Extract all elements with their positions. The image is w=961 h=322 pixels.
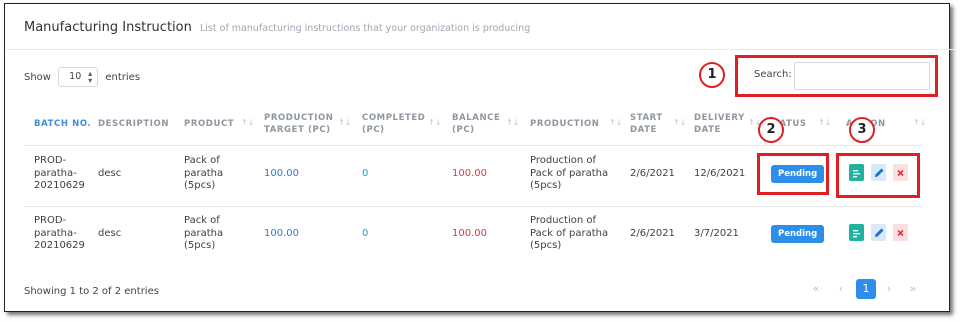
cell-balance: 100.00 [452,227,487,239]
show-label: Show [24,72,51,83]
column-header-delivery-date[interactable]: DELIVERY DATE [694,112,745,136]
pagination-first[interactable]: « [806,279,826,299]
edit-icon[interactable] [871,223,886,241]
sort-icon[interactable]: ↑↓ [673,118,686,127]
table-info: Showing 1 to 2 of 2 entries [24,286,159,297]
cell-description: desc [98,227,122,239]
column-header-production-target[interactable]: PRODUCTION TARGET (PC) [264,112,334,136]
sort-icon[interactable]: ↑↓ [913,118,926,127]
cell-line: (5pcs) [184,240,216,251]
cell-line: Production of [530,215,597,226]
column-header-label: PRODUCTION [264,113,334,123]
cell-line: paratha- [34,227,77,239]
annotation-marker-2: 2 [758,117,784,143]
cell-line: 20210629 [34,240,85,251]
column-header-label: TARGET (PC) [264,125,331,135]
document-icon[interactable] [849,223,864,241]
cell-delivery-date: 12/6/2021 [694,167,746,179]
cell-balance: 100.00 [452,167,487,179]
header-divider [6,49,955,50]
cell-line: Pack of [184,155,220,166]
column-header-label: COMPLETED [362,113,426,123]
page-subtitle: List of manufacturing instructions that … [200,23,531,34]
entries-label: entries [105,72,141,83]
status-badge: Pending [771,224,825,243]
page-header: Manufacturing Instruction List of manufa… [24,20,530,35]
column-header-label: DATE [694,125,721,135]
cell-line: (5pcs) [530,180,562,191]
select-caret-icon: ▴ ▾ [88,69,93,85]
column-header-label: PRODUCT [184,119,235,129]
cell-line: 20210629 [34,180,85,191]
cell-line: (5pcs) [530,240,562,251]
column-header-batch-no[interactable]: BATCH NO. [34,118,91,130]
cell-line: Pack of paratha [530,167,609,179]
cell-delivery-date: 3/7/2021 [694,227,739,239]
column-header-label: START [630,113,663,123]
column-header-start-date[interactable]: START DATE [630,112,663,136]
column-header-label: DESCRIPTION [98,119,170,129]
entries-select[interactable]: 10 ▴ ▾ [58,67,99,87]
cell-line: Pack of paratha [530,227,609,239]
cell-production-target: 100.00 [264,227,299,239]
sort-icon[interactable]: ↑↓ [338,118,351,127]
pagination-next[interactable]: › [879,279,899,299]
cell-production: Production of Pack of paratha (5pcs) [530,215,608,253]
status-highlight-box [757,153,829,195]
cell-line: paratha- [34,167,77,179]
cell-line: paratha [184,227,224,239]
column-header-label: DELIVERY [694,113,745,123]
column-header-label: PRODUCTION [530,119,600,129]
column-header-product[interactable]: PRODUCT [184,118,234,130]
sort-icon[interactable]: ↑↓ [428,118,441,127]
cell-line: (5pcs) [184,180,216,191]
column-header-label: BALANCE [452,113,501,123]
entries-select-value: 10 [69,71,82,82]
cell-product: Pack of paratha (5pcs) [184,155,223,193]
pagination-page-1[interactable]: 1 [856,279,876,299]
cell-description: desc [98,167,122,179]
pagination-last[interactable]: » [903,279,923,299]
delete-icon[interactable] [893,223,908,241]
cell-completed: 0 [362,227,369,239]
pagination-prev[interactable]: ‹ [831,279,851,299]
cell-start-date: 2/6/2021 [630,167,675,179]
table-header-divider [24,145,923,146]
cell-line: Production of [530,155,597,166]
column-header-label: DATE [630,125,657,135]
sort-icon[interactable]: ↑↓ [241,118,254,127]
cell-line: Pack of [184,215,220,226]
search-highlight-box [735,55,938,97]
cell-batch-no: PROD-paratha- 20210629 [34,215,85,253]
cell-production-target: 100.00 [264,167,299,179]
cell-batch-no: PROD-paratha- 20210629 [34,155,85,193]
cell-line: PROD- [34,215,67,226]
column-header-label: (PC) [452,125,475,135]
sort-icon[interactable]: ↑↓ [818,118,831,127]
column-header-label: (PC) [362,125,385,135]
sort-icon[interactable]: ↑↓ [609,118,622,127]
cell-line: paratha [184,167,224,179]
column-header-completed[interactable]: COMPLETED (PC) [362,112,425,136]
cell-start-date: 2/6/2021 [630,227,675,239]
cell-production: Production of Pack of paratha (5pcs) [530,155,608,193]
annotation-marker-1: 1 [699,62,725,88]
length-menu: Show 10 ▴ ▾ entries [24,67,140,87]
row-divider [24,206,923,207]
column-header-balance[interactable]: BALANCE (PC) [452,112,500,136]
cell-completed: 0 [362,167,369,179]
sort-icon[interactable]: ↑↓ [506,118,519,127]
action-highlight-box [836,153,920,198]
column-header-label: BATCH NO. [34,119,92,129]
cell-product: Pack of paratha (5pcs) [184,215,223,253]
annotation-marker-3: 3 [849,117,875,143]
page-title: Manufacturing Instruction [24,20,192,35]
column-header-production[interactable]: PRODUCTION [530,118,600,130]
column-header-description[interactable]: DESCRIPTION [98,118,169,130]
cell-line: PROD- [34,155,67,166]
